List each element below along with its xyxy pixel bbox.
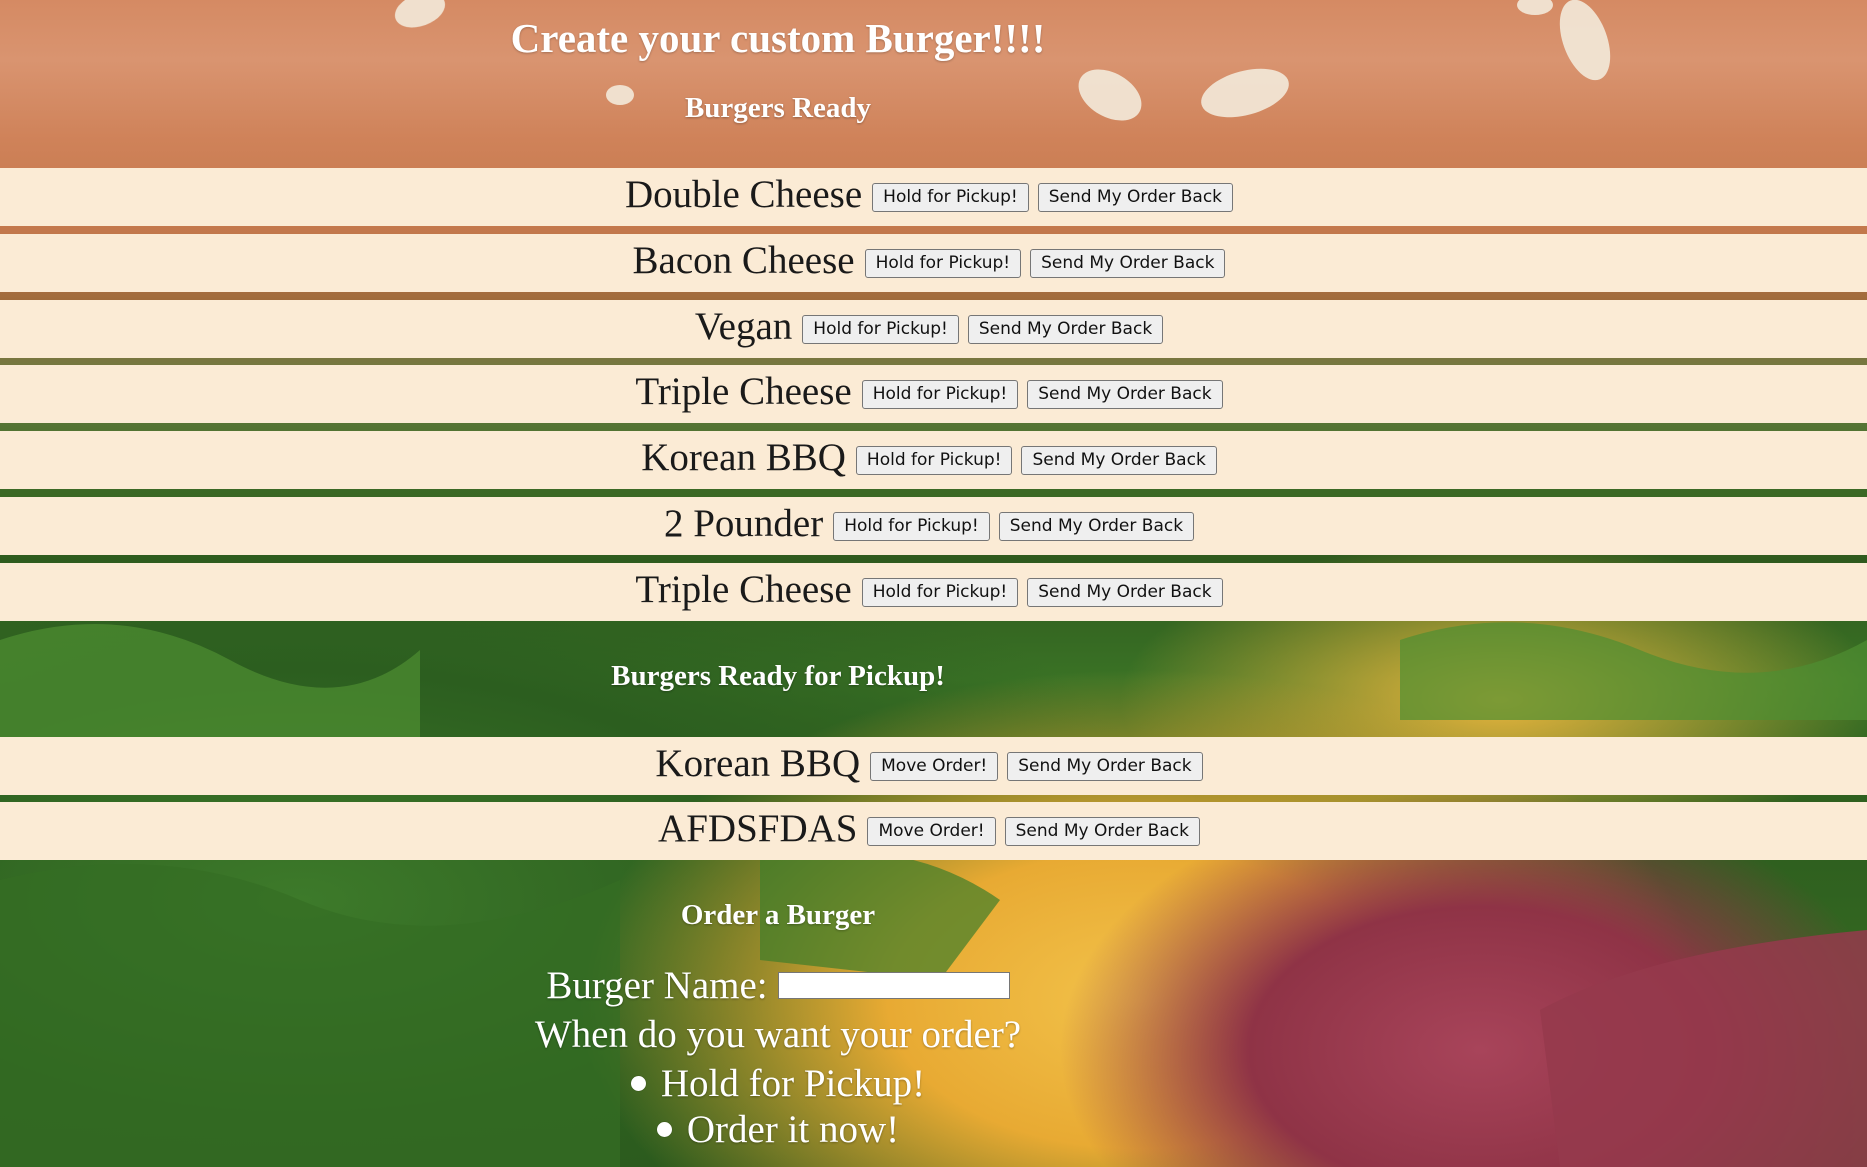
list-item: Korean BBQ Hold for Pickup! Send My Orde… [0,431,1867,489]
hold-for-pickup-button[interactable]: Hold for Pickup! [861,379,1019,409]
send-order-back-button[interactable]: Send My Order Back [1007,751,1203,781]
list-item: Triple Cheese Hold for Pickup! Send My O… [0,365,1867,423]
option-label: Hold for Pickup! [660,1061,926,1105]
send-order-back-button[interactable]: Send My Order Back [967,314,1164,344]
burgers-ready-heading: Burgers Ready [684,92,872,124]
hold-for-pickup-button[interactable]: Hold for Pickup! [872,182,1029,212]
burger-name: Triple Cheese [635,567,852,611]
list-item: Bacon Cheese Hold for Pickup! Send My Or… [0,234,1867,292]
hold-for-pickup-button[interactable]: Hold for Pickup! [855,445,1013,475]
list-item: AFDSFDAS Move Order! Send My Order Back [0,802,1867,860]
order-form: Burger Name: When do you want your order… [0,960,1556,1152]
order-timing-question: When do you want your order? [534,1013,1022,1056]
move-order-button[interactable]: Move Order! [867,816,996,846]
send-order-back-button[interactable]: Send My Order Back [1037,182,1234,212]
send-order-back-button[interactable]: Send My Order Back [998,511,1195,541]
burger-name: Vegan [694,304,793,348]
send-order-back-button[interactable]: Send My Order Back [1027,379,1223,409]
send-order-back-button[interactable]: Send My Order Back [1004,816,1200,846]
list-item: Triple Cheese Hold for Pickup! Send My O… [0,563,1867,621]
burger-name-label: Burger Name: [546,963,768,1007]
radio-order-now[interactable] [656,1121,672,1137]
radio-hold-for-pickup[interactable] [630,1075,646,1091]
hold-for-pickup-button[interactable]: Hold for Pickup! [861,577,1019,607]
burger-name-row: Burger Name: [0,960,1556,1010]
send-order-back-button[interactable]: Send My Order Back [1021,445,1217,475]
move-order-button[interactable]: Move Order! [870,751,999,781]
burger-name-input[interactable] [777,971,1010,999]
option-hold-for-pickup[interactable]: Hold for Pickup! [0,1060,1556,1106]
hold-for-pickup-button[interactable]: Hold for Pickup! [864,248,1022,278]
list-item: 2 Pounder Hold for Pickup! Send My Order… [0,497,1867,555]
hold-for-pickup-button[interactable]: Hold for Pickup! [833,511,990,541]
burger-name: Double Cheese [624,172,863,216]
option-order-now[interactable]: Order it now! [0,1106,1556,1152]
option-label: Order it now! [686,1107,900,1151]
list-item: Double Cheese Hold for Pickup! Send My O… [0,168,1867,226]
send-order-back-button[interactable]: Send My Order Back [1027,577,1223,607]
burger-name: Triple Cheese [635,369,852,413]
hold-for-pickup-button[interactable]: Hold for Pickup! [802,314,959,344]
burger-name: Korean BBQ [655,741,861,785]
burger-name: 2 Pounder [663,501,824,545]
burger-name: Korean BBQ [641,435,846,479]
burger-name: Bacon Cheese [632,238,855,282]
list-item: Korean BBQ Move Order! Send My Order Bac… [0,737,1867,795]
send-order-back-button[interactable]: Send My Order Back [1030,248,1226,278]
order-burger-heading: Order a Burger [680,899,876,931]
ready-for-pickup-heading: Burgers Ready for Pickup! [611,660,945,692]
burger-name: AFDSFDAS [658,806,858,850]
list-item: Vegan Hold for Pickup! Send My Order Bac… [0,300,1867,358]
page-title: Create your custom Burger!!!! [510,15,1046,61]
